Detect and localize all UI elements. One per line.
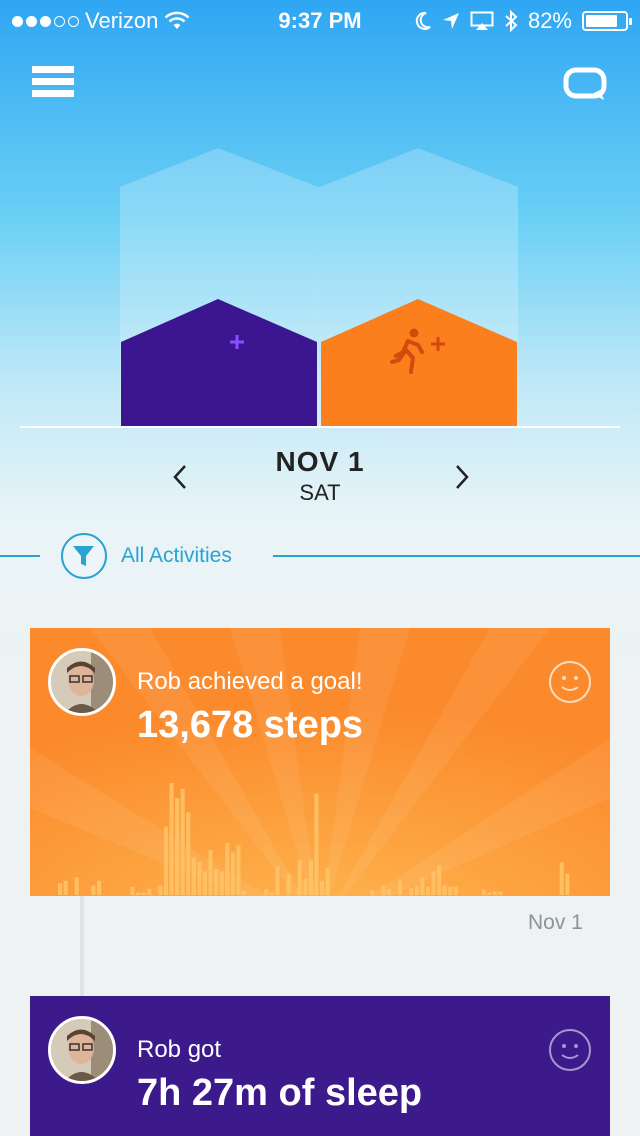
step-bar xyxy=(386,889,391,895)
filter-button[interactable] xyxy=(61,533,107,579)
card-subtitle: Rob achieved a goal! xyxy=(137,668,363,695)
step-bar xyxy=(481,889,486,895)
step-bar xyxy=(437,865,442,895)
step-bar xyxy=(91,885,96,895)
step-bar xyxy=(442,885,447,895)
step-bar xyxy=(141,892,146,895)
card-subtitle: Rob got xyxy=(137,1036,222,1063)
hamburger-menu-icon[interactable] xyxy=(32,66,74,102)
date-navigator: NOV 1 SAT xyxy=(0,444,640,514)
activity-filter[interactable]: All Activities xyxy=(0,532,640,580)
step-bar xyxy=(236,845,241,895)
chat-bubble-icon[interactable] xyxy=(562,66,608,102)
step-bar xyxy=(136,892,141,895)
step-bar xyxy=(565,873,570,895)
step-bar xyxy=(409,887,414,895)
step-bar xyxy=(97,880,102,895)
step-bar xyxy=(225,843,230,895)
step-bar xyxy=(158,885,163,895)
step-bar xyxy=(420,877,425,895)
step-bar xyxy=(498,891,503,895)
feed-date: Nov 1 xyxy=(528,911,583,934)
step-bar xyxy=(130,886,135,895)
card-headline: 13,678 steps xyxy=(137,704,364,746)
location-icon xyxy=(442,13,459,29)
step-bar xyxy=(297,859,302,895)
filter-label[interactable]: All Activities xyxy=(121,544,232,568)
smiley-icon[interactable] xyxy=(548,660,592,704)
weekday-label: SAT xyxy=(299,480,341,505)
step-bar xyxy=(169,782,174,895)
filter-funnel-icon xyxy=(73,546,94,566)
divider xyxy=(273,555,640,557)
user-photo xyxy=(51,1019,113,1081)
step-bar xyxy=(186,812,191,895)
step-bar xyxy=(487,892,492,895)
step-bar xyxy=(303,878,308,895)
step-bar xyxy=(230,852,235,895)
avatar xyxy=(48,648,116,716)
user-photo xyxy=(51,651,113,713)
step-bar xyxy=(448,886,453,895)
status-right: 82% xyxy=(414,8,632,34)
battery-percent: 82% xyxy=(527,8,572,33)
step-bar xyxy=(214,869,219,895)
step-bar xyxy=(398,880,403,895)
battery-fill xyxy=(586,15,617,27)
step-bar xyxy=(163,826,168,895)
step-bar xyxy=(381,885,386,895)
step-bar xyxy=(147,889,152,895)
chevron-right-icon[interactable] xyxy=(450,462,474,492)
step-bar xyxy=(197,862,202,895)
moon-icon xyxy=(415,11,431,30)
step-bar xyxy=(425,886,430,895)
step-bar xyxy=(308,859,313,895)
step-bar xyxy=(370,890,375,895)
step-bar xyxy=(191,857,196,895)
status-bar: Verizon 9:37 PM 82% xyxy=(0,0,640,40)
step-bar xyxy=(202,871,207,895)
smiley-icon[interactable] xyxy=(548,1028,592,1072)
step-bar xyxy=(180,788,185,895)
step-bar xyxy=(492,891,497,895)
step-bar xyxy=(453,886,458,895)
step-bar xyxy=(264,889,269,895)
goal-progress-chart[interactable] xyxy=(0,140,640,430)
avatar xyxy=(48,1016,116,1084)
step-bar xyxy=(269,892,274,895)
step-bar xyxy=(219,871,224,895)
battery-icon xyxy=(582,11,632,31)
step-bar xyxy=(325,867,330,895)
timeline-connector xyxy=(80,895,84,997)
bluetooth-icon xyxy=(505,10,518,32)
step-bar xyxy=(286,873,291,895)
step-bar xyxy=(320,880,325,895)
step-bar xyxy=(175,798,180,895)
sleep-card[interactable]: Rob got 7h 27m of sleep xyxy=(30,996,610,1136)
step-bar xyxy=(74,877,79,895)
chart-baseline xyxy=(20,426,620,428)
steps-goal-card[interactable]: Rob achieved a goal! 13,678 steps xyxy=(30,628,610,896)
date-label: NOV 1 xyxy=(275,446,365,477)
step-bar xyxy=(63,880,68,895)
divider xyxy=(0,555,40,557)
step-bar xyxy=(431,871,436,895)
step-bar xyxy=(414,885,419,895)
step-bar xyxy=(559,862,564,895)
step-bar xyxy=(208,850,213,895)
card-headline: 7h 27m of sleep xyxy=(137,1072,423,1114)
step-bar xyxy=(275,866,280,895)
step-bar xyxy=(58,883,63,895)
airplay-icon xyxy=(470,11,494,30)
step-bar xyxy=(242,890,247,895)
step-bar xyxy=(314,793,319,895)
